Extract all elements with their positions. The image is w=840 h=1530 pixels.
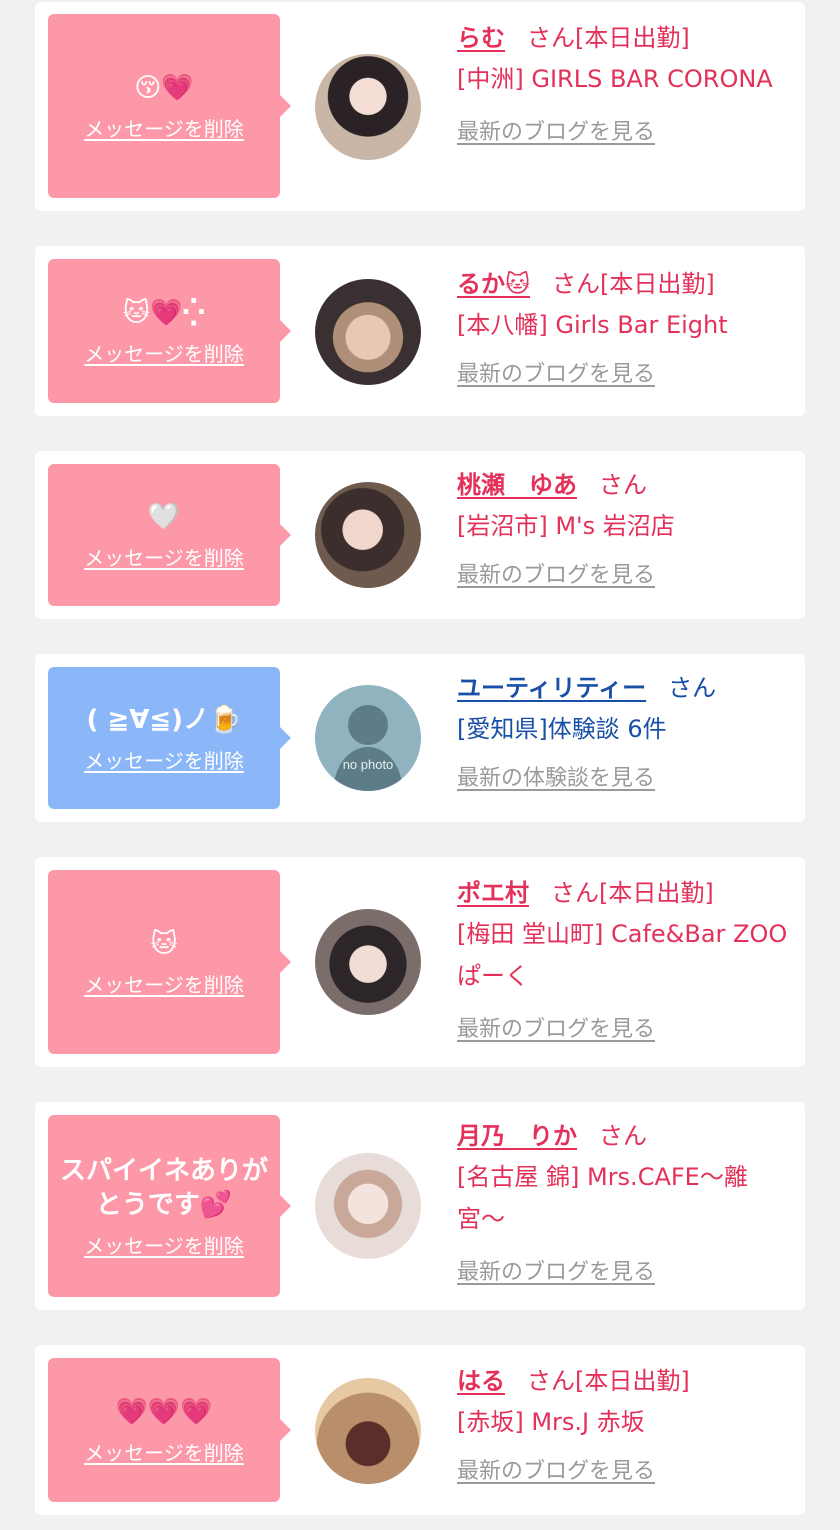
- avatar[interactable]: [315, 279, 421, 385]
- honorific: さん: [552, 270, 601, 298]
- delete-message-link[interactable]: メッセージを削除: [84, 542, 244, 571]
- user-name-link[interactable]: 月乃 りか: [457, 1122, 577, 1150]
- delete-message-link[interactable]: メッセージを削除: [84, 969, 244, 998]
- honorific: さん: [599, 1122, 647, 1150]
- shop-name: [本八幡] Girls Bar Eight: [457, 311, 728, 339]
- avatar[interactable]: [315, 1153, 421, 1259]
- message-text: 🤍: [147, 501, 181, 532]
- user-info: 月乃 りか さん [名古屋 錦] Mrs.CAFE〜離宮〜 最新のブログを見る: [457, 1116, 792, 1286]
- message-text: 😚💗: [134, 72, 194, 103]
- message-bubble: 💗💗💗 メッセージを削除: [48, 1358, 291, 1502]
- avatar[interactable]: [315, 1378, 421, 1484]
- user-info: 桃瀬 ゆあ さん [岩沼市] M's 岩沼店 最新のブログを見る: [457, 465, 792, 589]
- message-bubble: スパイイネありがとうです💕 メッセージを削除: [48, 1115, 291, 1297]
- delete-message-link[interactable]: メッセージを削除: [84, 338, 244, 367]
- user-info: ユーティリティー さん [愛知県]体験談 6件 最新の体験談を見る: [457, 668, 792, 792]
- message-bubble: ( ≧∀≦)ノ🍺 メッセージを削除: [48, 667, 291, 809]
- user-name-link[interactable]: はる: [457, 1367, 505, 1395]
- message-text: 💗💗💗: [115, 1396, 213, 1427]
- delete-message-link[interactable]: メッセージを削除: [84, 1230, 244, 1259]
- user-name-link[interactable]: ユーティリティー: [457, 674, 646, 702]
- user-info: らむ さん[本日出勤] [中洲] GIRLS BAR CORONA 最新のブログを…: [457, 18, 792, 146]
- latest-review-link[interactable]: 最新の体験談を見る: [457, 760, 655, 792]
- shop-name: [中洲] GIRLS BAR CORONA: [457, 65, 773, 93]
- user-info: ポエ村 さん[本日出勤] [梅田 堂山町] Cafe&Bar ZOOぱーく 最新の…: [457, 873, 792, 1043]
- avatar[interactable]: [315, 482, 421, 588]
- latest-blog-link[interactable]: 最新のブログを見る: [457, 356, 655, 388]
- message-card: 🐱💗⁛ メッセージを削除 るか🐱 さん[本日出勤] [本八幡] Girls Bar…: [35, 246, 805, 416]
- user-info: はる さん[本日出勤] [赤坂] Mrs.J 赤坂 最新のブログを見る: [457, 1361, 792, 1485]
- no-photo-label: no photo: [343, 757, 394, 772]
- latest-blog-link[interactable]: 最新のブログを見る: [457, 1453, 655, 1485]
- shop-name: [愛知県]体験談 6件: [457, 715, 667, 743]
- latest-blog-link[interactable]: 最新のブログを見る: [457, 1254, 655, 1286]
- avatar[interactable]: [315, 54, 421, 160]
- delete-message-link[interactable]: メッセージを削除: [84, 1437, 244, 1466]
- status-badge: [本日出勤]: [599, 879, 714, 907]
- shop-name: [岩沼市] M's 岩沼店: [457, 512, 675, 540]
- message-card: 🤍 メッセージを削除 桃瀬 ゆあ さん [岩沼市] M's 岩沼店 最新のブログを…: [35, 451, 805, 619]
- avatar[interactable]: no photo: [315, 685, 421, 791]
- message-card: 💗💗💗 メッセージを削除 はる さん[本日出勤] [赤坂] Mrs.J 赤坂 最新…: [35, 1345, 805, 1515]
- latest-blog-link[interactable]: 最新のブログを見る: [457, 557, 655, 589]
- honorific: さん: [551, 879, 599, 907]
- message-card: 😚💗 メッセージを削除 らむ さん[本日出勤] [中洲] GIRLS BAR CO…: [35, 2, 805, 211]
- honorific: さん: [527, 1367, 575, 1395]
- latest-blog-link[interactable]: 最新のブログを見る: [457, 1011, 655, 1043]
- honorific: さん: [527, 24, 575, 52]
- status-badge: [本日出勤]: [575, 24, 690, 52]
- message-bubble: 🐱 メッセージを削除: [48, 870, 291, 1054]
- message-text: 🐱💗⁛: [122, 297, 206, 328]
- user-name-link[interactable]: らむ: [457, 24, 505, 52]
- honorific: さん: [668, 674, 717, 702]
- status-badge: [本日出勤]: [575, 1367, 690, 1395]
- message-bubble: 🤍 メッセージを削除: [48, 464, 291, 606]
- delete-message-link[interactable]: メッセージを削除: [84, 113, 244, 142]
- message-text: 🐱: [150, 928, 178, 959]
- shop-name: [名古屋 錦] Mrs.CAFE〜離宮〜: [457, 1163, 748, 1233]
- avatar[interactable]: [315, 909, 421, 1015]
- delete-message-link[interactable]: メッセージを削除: [84, 745, 244, 774]
- user-name-link[interactable]: ポエ村: [457, 879, 529, 907]
- shop-name: [梅田 堂山町] Cafe&Bar ZOOぱーく: [457, 920, 788, 990]
- message-text: スパイイネありがとうです💕: [59, 1155, 268, 1220]
- message-bubble: 😚💗 メッセージを削除: [48, 14, 291, 198]
- user-name-link[interactable]: 桃瀬 ゆあ: [457, 471, 577, 499]
- message-card: 🐱 メッセージを削除 ポエ村 さん[本日出勤] [梅田 堂山町] Cafe&Bar…: [35, 857, 805, 1067]
- message-card: スパイイネありがとうです💕 メッセージを削除 月乃 りか さん [名古屋 錦] M…: [35, 1102, 805, 1310]
- status-badge: [本日出勤]: [600, 270, 715, 298]
- honorific: さん: [599, 471, 647, 499]
- user-name-link[interactable]: るか🐱: [457, 270, 530, 298]
- user-info: るか🐱 さん[本日出勤] [本八幡] Girls Bar Eight 最新のブログ…: [457, 264, 792, 388]
- message-bubble: 🐱💗⁛ メッセージを削除: [48, 259, 291, 403]
- message-card: ( ≧∀≦)ノ🍺 メッセージを削除 no photo ユーティリティー さん [愛…: [35, 654, 805, 822]
- shop-name: [赤坂] Mrs.J 赤坂: [457, 1408, 645, 1436]
- message-text: ( ≧∀≦)ノ🍺: [86, 704, 242, 735]
- latest-blog-link[interactable]: 最新のブログを見る: [457, 114, 655, 146]
- no-photo-silhouette-icon: no photo: [333, 705, 403, 791]
